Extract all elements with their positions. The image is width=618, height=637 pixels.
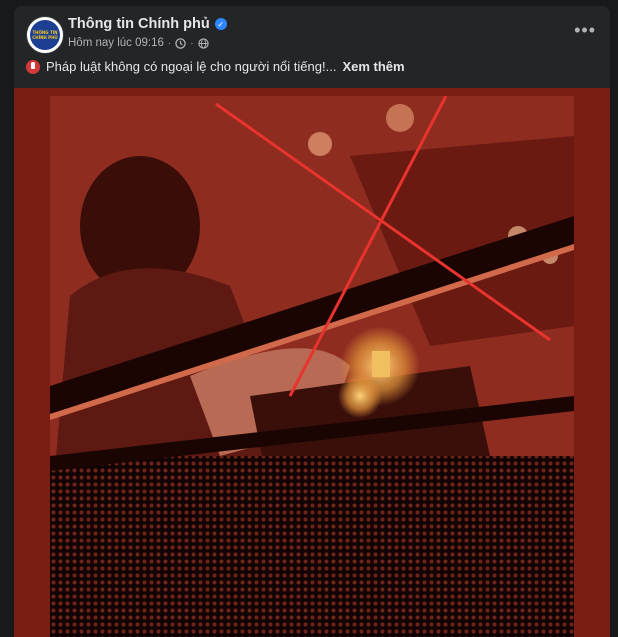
post-timestamp[interactable]: Hôm nay lúc 09:16 (68, 37, 164, 49)
caption-text: Pháp luật không có ngoại lệ cho người nổ… (46, 59, 337, 74)
warning-emoji-icon (26, 59, 40, 74)
photo-scene (50, 96, 574, 637)
globe-icon[interactable] (197, 37, 209, 49)
post-photo[interactable] (50, 96, 574, 637)
post-card: THÔNG TIN CHÍNH PHỦ Thông tin Chính phủ … (14, 6, 610, 637)
separator-dot: · (190, 37, 194, 49)
post-media[interactable] (14, 88, 610, 637)
clock-icon (175, 37, 186, 49)
post-caption: Pháp luật không có ngoại lệ cho người nổ… (26, 59, 405, 74)
see-more-link[interactable]: Xem thêm (342, 59, 404, 74)
verified-badge-icon: ✓ (214, 18, 227, 30)
page-avatar[interactable]: THÔNG TIN CHÍNH PHỦ (26, 16, 64, 54)
more-options-icon[interactable]: ••• (574, 21, 596, 39)
page-name-link[interactable]: Thông tin Chính phủ (68, 16, 210, 32)
separator-dot: · (167, 37, 172, 49)
avatar-text-line-2: CHÍNH PHỦ (32, 35, 58, 40)
page-name-row: Thông tin Chính phủ ✓ (68, 16, 227, 32)
post-meta: Hôm nay lúc 09:16 · · (68, 37, 209, 49)
government-logo-icon: THÔNG TIN CHÍNH PHỦ (30, 20, 60, 50)
